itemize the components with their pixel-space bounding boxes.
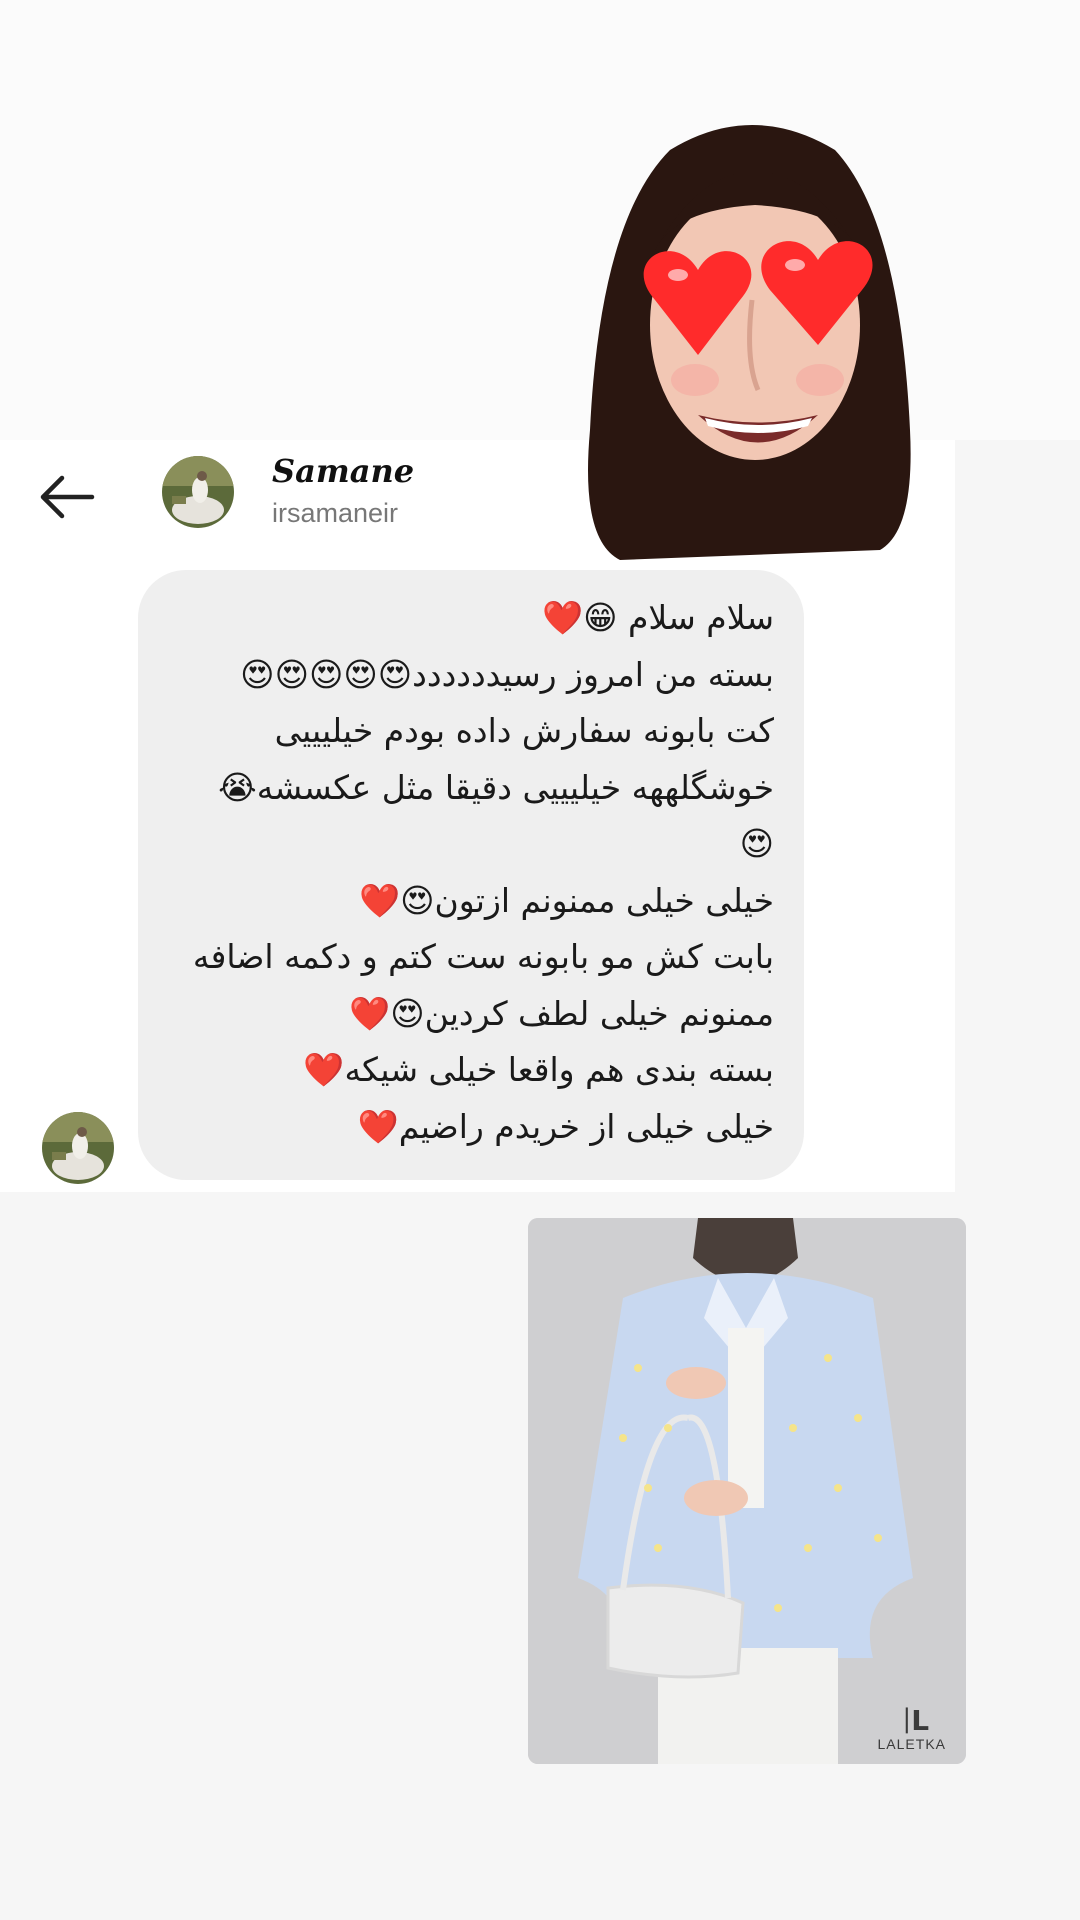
message-line: خوشگلههه خیلیییی دقیقا مثل عکسشه😭 <box>218 767 774 807</box>
contact-username[interactable]: irsamaneir <box>272 498 398 529</box>
product-photo[interactable]: ᛁL LALETKA <box>528 1218 966 1764</box>
contact-name[interactable]: Samane <box>272 452 414 490</box>
message-bubble[interactable]: سلام سلام 😁❤️ بسته من امروز رسیدددددد😍😍😍… <box>138 570 804 1180</box>
message-text: سلام سلام 😁❤️ بسته من امروز رسیدددددد😍😍😍… <box>154 590 774 1155</box>
message-line: کت بابونه سفارش داده بودم خیلیییی <box>274 711 774 750</box>
message-line: خیلی خیلی از خریدم راضیم❤️ <box>357 1106 774 1146</box>
brand-logo-icon: ᛁL <box>898 1704 929 1737</box>
back-arrow-icon[interactable] <box>34 464 100 530</box>
message-line: خیلی خیلی ممنونم ازتون😍❤️ <box>358 880 774 920</box>
brand-name: LALETKA <box>877 1736 946 1752</box>
sender-avatar[interactable] <box>42 1112 114 1184</box>
message-line: 😍 <box>739 824 774 863</box>
message-line: بسته بندی هم واقعا خیلی شیکه❤️ <box>303 1050 774 1089</box>
header-avatar[interactable] <box>162 456 234 528</box>
message-line: بسته من امروز رسیدددددد😍😍😍😍😍 <box>240 654 774 694</box>
message-line: سلام سلام 😁❤️ <box>541 598 774 637</box>
message-line: بابت کش مو بابونه ست کتم و دکمه اضافه <box>192 937 774 976</box>
message-line: ممنونم خیلی لطف کردین😍❤️ <box>349 993 774 1033</box>
heart-eyes-memoji-sticker <box>580 110 925 580</box>
brand-watermark: ᛁL LALETKA <box>877 1704 946 1753</box>
